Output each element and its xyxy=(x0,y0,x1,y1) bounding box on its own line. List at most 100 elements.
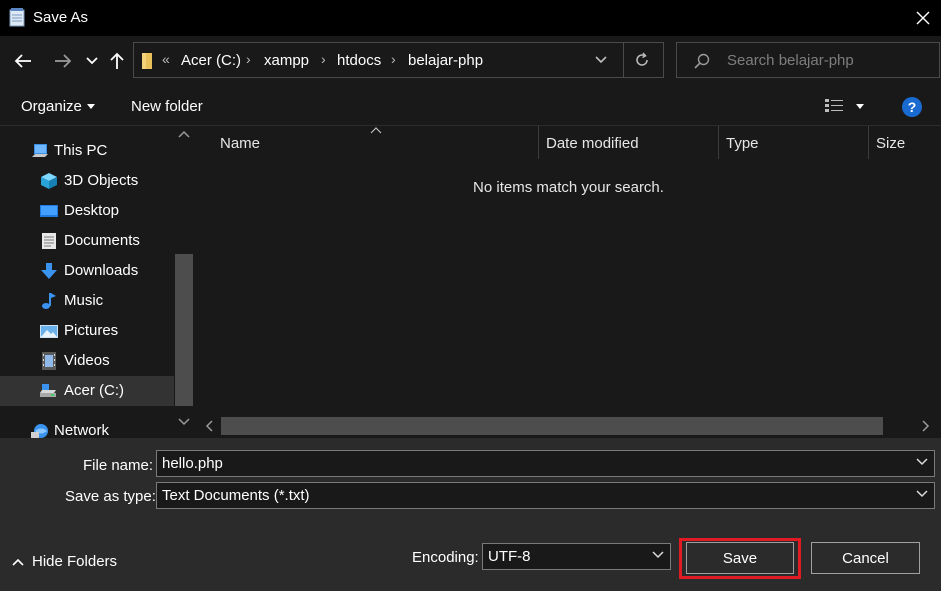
notepad-icon xyxy=(9,8,25,27)
sidebar-item-label: Acer (C:) xyxy=(64,382,124,399)
document-icon xyxy=(42,233,56,249)
sidebar-item-label: Music xyxy=(64,292,104,309)
scrollbar-thumb[interactable] xyxy=(221,417,883,435)
sidebar-item-label: Network xyxy=(54,422,110,438)
sidebar-item-desktop[interactable]: Desktop xyxy=(0,196,174,226)
sidebar-item-acer-c[interactable]: Acer (C:) xyxy=(0,376,174,406)
chevron-down-icon xyxy=(595,56,607,64)
caret-down-icon xyxy=(87,104,95,109)
window-title: Save As xyxy=(33,9,89,26)
breadcrumb-separator[interactable]: › xyxy=(321,51,326,67)
sidebar-item-label: Videos xyxy=(64,352,110,369)
breadcrumb-belajar-php[interactable]: belajar-php xyxy=(408,52,483,69)
file-list: Name Date modified Type Size No items ma… xyxy=(196,126,941,438)
chevron-down-icon[interactable] xyxy=(178,418,190,426)
sidebar-item-3d-objects[interactable]: 3D Objects xyxy=(0,166,174,196)
breadcrumb-acer-c[interactable]: Acer (C:) xyxy=(181,52,241,69)
back-button[interactable] xyxy=(10,48,36,74)
sidebar-item-music[interactable]: Music xyxy=(0,286,174,316)
hide-folders-label: Hide Folders xyxy=(32,553,118,570)
command-bar: Organize New folder ? xyxy=(0,86,941,126)
view-options-icon[interactable] xyxy=(824,98,844,114)
arrow-up-icon xyxy=(110,52,124,69)
save-as-type-label: Save as type: xyxy=(65,488,156,505)
chevron-right-icon[interactable] xyxy=(922,420,930,432)
encoding-value: UTF-8 xyxy=(488,548,531,565)
search-placeholder: Search belajar-php xyxy=(727,52,854,69)
folder-icon xyxy=(142,53,152,69)
scrollbar-thumb[interactable] xyxy=(175,254,193,406)
chevron-down-icon xyxy=(86,57,98,65)
breadcrumb-xampp[interactable]: xampp xyxy=(264,52,309,69)
help-icon: ? xyxy=(907,99,917,115)
pictures-icon xyxy=(40,325,58,338)
arrow-left-icon xyxy=(14,54,31,68)
file-name-value: hello.php xyxy=(162,455,223,472)
file-name-input[interactable]: hello.php xyxy=(156,450,935,477)
navigation-scrollbar[interactable] xyxy=(174,126,194,438)
encoding-label: Encoding: xyxy=(412,549,479,566)
download-icon xyxy=(41,263,57,279)
chevron-up-icon[interactable] xyxy=(178,130,190,138)
chevron-down-icon[interactable] xyxy=(916,458,928,466)
address-bar[interactable]: « Acer (C:) › xampp › htdocs › belajar-p… xyxy=(133,42,664,78)
encoding-select[interactable]: UTF-8 xyxy=(482,543,671,570)
search-box[interactable]: Search belajar-php xyxy=(676,42,940,78)
up-button[interactable] xyxy=(106,48,128,74)
drive-icon xyxy=(40,384,56,397)
chevron-down-icon[interactable] xyxy=(652,551,664,559)
hide-folders-button[interactable]: Hide Folders xyxy=(12,553,117,570)
sidebar-item-network[interactable]: Network xyxy=(0,416,174,438)
sidebar-item-pictures[interactable]: Pictures xyxy=(0,316,174,346)
sidebar-item-documents[interactable]: Documents xyxy=(0,226,174,256)
empty-message: No items match your search. xyxy=(473,179,664,196)
chevron-down-icon[interactable] xyxy=(916,490,928,498)
column-header-date-modified[interactable]: Date modified xyxy=(539,126,718,159)
cancel-button[interactable]: Cancel xyxy=(811,542,920,574)
title-bar: Save As xyxy=(0,0,941,36)
close-button[interactable] xyxy=(905,0,941,36)
refresh-button[interactable] xyxy=(633,51,651,73)
chevron-up-icon xyxy=(12,558,24,566)
navigation-pane: This PC 3D Objects Desktop Documents Dow… xyxy=(0,126,195,438)
caret-down-icon[interactable] xyxy=(856,104,864,109)
column-header-name[interactable]: Name xyxy=(196,126,538,159)
save-as-type-value: Text Documents (*.txt) xyxy=(162,487,310,504)
sidebar-item-videos[interactable]: Videos xyxy=(0,346,174,376)
help-button[interactable]: ? xyxy=(902,97,922,117)
column-header-size[interactable]: Size xyxy=(869,126,941,159)
sidebar-item-label: Documents xyxy=(64,232,140,249)
recent-locations-button[interactable] xyxy=(84,48,100,74)
video-icon xyxy=(42,352,56,370)
sidebar-item-label: Pictures xyxy=(64,322,119,339)
chevron-left-icon[interactable] xyxy=(205,420,213,432)
column-header-type[interactable]: Type xyxy=(719,126,868,159)
music-icon xyxy=(42,293,56,309)
close-icon xyxy=(916,11,930,25)
new-folder-button[interactable]: New folder xyxy=(131,98,203,115)
address-divider xyxy=(623,43,624,77)
breadcrumb-overflow[interactable]: « xyxy=(162,51,170,67)
address-dropdown-button[interactable] xyxy=(594,51,608,73)
sidebar-item-label: Desktop xyxy=(64,202,120,219)
sidebar-item-label: Downloads xyxy=(64,262,139,279)
arrow-right-icon xyxy=(55,54,72,68)
sidebar-item-downloads[interactable]: Downloads xyxy=(0,256,174,286)
file-name-label: File name: xyxy=(83,457,154,474)
sidebar-item-this-pc[interactable]: This PC xyxy=(0,136,174,166)
forward-button[interactable] xyxy=(50,48,76,74)
breadcrumb-htdocs[interactable]: htdocs xyxy=(337,52,381,69)
computer-icon xyxy=(32,144,48,157)
file-list-scrollbar[interactable] xyxy=(200,416,941,436)
cube-icon xyxy=(41,173,57,189)
breadcrumb-separator[interactable]: › xyxy=(391,51,396,67)
sidebar-item-label: 3D Objects xyxy=(64,172,139,189)
save-button-highlight xyxy=(679,538,801,579)
organize-button[interactable]: Organize xyxy=(21,98,82,115)
breadcrumb-separator[interactable]: › xyxy=(246,51,251,67)
search-icon xyxy=(694,53,710,69)
refresh-icon xyxy=(636,52,648,66)
save-as-type-select[interactable]: Text Documents (*.txt) xyxy=(156,482,935,509)
network-icon xyxy=(31,424,48,438)
desktop-icon xyxy=(40,205,58,217)
